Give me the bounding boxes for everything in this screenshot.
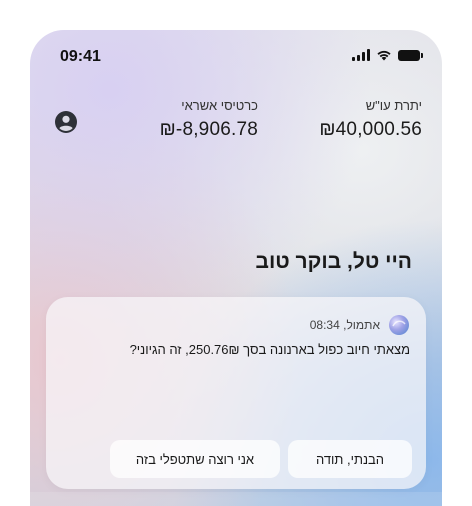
message-header: אתמול, 08:34 xyxy=(310,314,410,336)
message-timestamp: אתמול, 08:34 xyxy=(309,318,380,332)
account-balance-value: ₪40,000.56 xyxy=(319,119,422,140)
assistant-message-card: אתמול, 08:34 מצאתי חיוב כפול בארנונה בסך… xyxy=(46,297,426,489)
handle-it-button[interactable]: אני רוצה שתטפלי בזה xyxy=(110,440,280,478)
account-balance-label: יתרת עו"ש xyxy=(365,98,422,113)
status-time: 09:41 xyxy=(60,48,101,65)
bottom-edge xyxy=(30,492,442,506)
status-bar: 09:41 xyxy=(30,30,442,80)
user-circle-icon[interactable] xyxy=(54,110,78,134)
cellular-signal-icon xyxy=(352,49,370,61)
battery-icon xyxy=(398,49,423,61)
assistant-orb-icon xyxy=(389,315,409,335)
account-balance[interactable]: יתרת עו"ש ₪40,000.56 xyxy=(319,98,422,141)
credit-cards-label: כרטיסי אשראי xyxy=(181,98,258,113)
status-icons xyxy=(352,49,423,61)
message-text: מצאתי חיוב כפול בארנונה בסך 250.76₪, זה … xyxy=(129,342,410,357)
credit-cards-value: ₪-8,906.78 xyxy=(159,119,258,140)
credit-cards-balance[interactable]: כרטיסי אשראי ₪-8,906.78 xyxy=(160,98,258,141)
greeting-title: היי טל, בוקר טוב xyxy=(255,250,413,273)
wifi-icon xyxy=(377,50,391,61)
acknowledge-button[interactable]: הבנתי, תודה xyxy=(288,440,412,478)
phone-screen: 09:41 יתרת עו"ש ₪40,000.56 כרטיסי אשראי … xyxy=(30,30,442,506)
